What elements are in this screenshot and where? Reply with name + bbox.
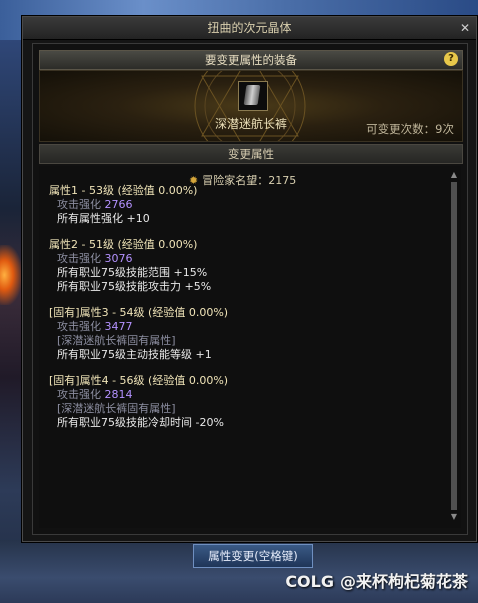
scroll-track[interactable] — [451, 182, 457, 510]
attribute-title: [固有]属性4 - 56级 (经验值 0.00%) — [49, 374, 229, 387]
scroll-up-icon[interactable]: ▲ — [449, 170, 459, 180]
scroll-thumb[interactable] — [451, 182, 457, 510]
attribute-entry-1[interactable]: 属性1 - 53级 (经验值 0.00%) 攻击强化 2766 所有属性强化 +… — [49, 184, 197, 226]
equipment-header: 要变更属性的装备 ? — [39, 50, 463, 70]
attribute-effect-line: 所有职业75级技能范围 +15% — [57, 266, 208, 279]
attribute-effect-line: 所有属性强化 +10 — [57, 212, 150, 225]
stat-value: 3076 — [104, 252, 133, 265]
attribute-effect-line: 所有职业75级技能攻击力 +5% — [57, 280, 212, 293]
pants-icon — [243, 85, 261, 105]
attribute-stat-line: 攻击强化 3076 — [49, 252, 211, 266]
equipment-slot[interactable] — [238, 81, 268, 111]
stat-label: 攻击强化 — [57, 252, 101, 265]
change-count: 可变更次数：9次 — [366, 122, 454, 136]
stat-value: 3477 — [104, 320, 133, 333]
close-icon[interactable]: ✕ — [458, 21, 472, 35]
attribute-list[interactable]: ✹ 冒险家名望：2175 属性1 - 53级 (经验值 0.00%) 攻击强化 2… — [39, 166, 461, 528]
scroll-down-icon[interactable]: ▼ — [449, 512, 459, 522]
attribute-entry-3[interactable]: [固有]属性3 - 54级 (经验值 0.00%) 攻击强化 3477 [深潜迷… — [49, 306, 228, 362]
stat-value: 2766 — [104, 198, 133, 211]
attributes-header: 变更属性 — [39, 144, 463, 164]
attribute-effect-line: 所有职业75级技能冷却时间 -20% — [57, 416, 224, 429]
colg-logo: COLG — [285, 572, 334, 591]
attribute-fixed-note: [深潜迷航长裤固有属性] — [57, 402, 176, 415]
attribute-entry-4[interactable]: [固有]属性4 - 56级 (经验值 0.00%) 攻击强化 2814 [深潜迷… — [49, 374, 228, 430]
attribute-stat-line: 攻击强化 3477 — [49, 320, 228, 334]
fame-label: 冒险家名望：2175 — [202, 174, 297, 187]
attribute-title: 属性1 - 53级 (经验值 0.00%) — [49, 184, 198, 197]
attribute-stat-line: 攻击强化 2814 — [49, 388, 228, 402]
stat-label: 攻击强化 — [57, 320, 101, 333]
adventurer-fame: ✹ 冒险家名望：2175 — [189, 172, 296, 188]
window-title: 扭曲的次元晶体 — [207, 21, 292, 35]
equipment-header-label: 要变更属性的装备 — [205, 53, 297, 67]
attribute-title: [固有]属性3 - 54级 (经验值 0.00%) — [49, 306, 229, 319]
watermark: COLG @来杯枸杞菊花茶 — [285, 568, 468, 592]
change-attribute-button[interactable]: 属性变更(空格键) — [193, 544, 313, 568]
attribute-fixed-note: [深潜迷航长裤固有属性] — [57, 334, 176, 347]
equipment-panel: 深潜迷航长裤 可变更次数：9次 — [39, 70, 463, 142]
window-content: 要变更属性的装备 ? 深潜迷航长裤 可变更次数：9次 变更属性 ✹ 冒险家名望：2… — [32, 43, 468, 535]
attribute-stat-line: 攻击强化 2766 — [49, 198, 197, 212]
dimension-crystal-window: 扭曲的次元晶体 ✕ 要变更属性的装备 ? 深潜迷航长裤 可变更次数：9次 变更属… — [22, 16, 477, 542]
stat-label: 攻击强化 — [57, 198, 101, 211]
attribute-entry-2[interactable]: 属性2 - 51级 (经验值 0.00%) 攻击强化 3076 所有职业75级技… — [49, 238, 211, 294]
background-fire-effect — [0, 245, 22, 305]
stat-label: 攻击强化 — [57, 388, 101, 401]
scrollbar[interactable]: ▲ ▼ — [449, 170, 459, 524]
stat-value: 2814 — [104, 388, 133, 401]
help-icon[interactable]: ? — [444, 52, 458, 66]
attribute-title: 属性2 - 51级 (经验值 0.00%) — [49, 238, 198, 251]
watermark-text: @来杯枸杞菊花茶 — [339, 572, 468, 591]
window-titlebar[interactable]: 扭曲的次元晶体 ✕ — [23, 17, 476, 40]
attribute-effect-line: 所有职业75级主动技能等级 +1 — [57, 348, 212, 361]
